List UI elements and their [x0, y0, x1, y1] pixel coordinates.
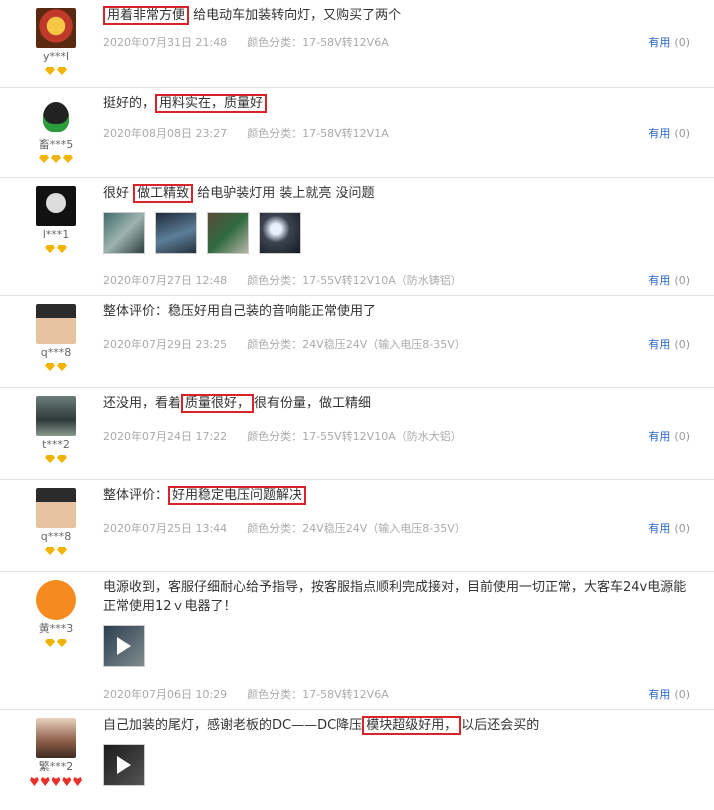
reviewer-name: y***l [42, 50, 70, 63]
review-meta: 2020年07月24日 17:22 颜色分类：17-55V转12V10A（防水大铝… [103, 428, 462, 444]
rank-badge [30, 155, 82, 165]
review-item: 繁***2 自己加装的尾灯，感谢老板的DC——DC降压 模块超级好用， 以后还会买的 [0, 710, 714, 810]
highlight-box: 做工精致 [133, 184, 194, 203]
review-meta: 2020年07月29日 23:25 颜色分类：24V稳压24V（输入电压8-35V… [103, 336, 466, 352]
reviewer: q***8 [30, 488, 82, 557]
reviewer-name: 繁***2 [38, 760, 74, 773]
avatar[interactable] [36, 96, 76, 136]
review-item: q***8 整体评价：稳压好用自己装的音响能正常使用了 2020年07月29日 … [0, 296, 714, 388]
review-text: 用着非常方便 给电动车加装转向灯，又购买了两个 [103, 6, 698, 25]
highlight-box: 用着非常方便 [103, 6, 190, 25]
avatar[interactable] [36, 8, 76, 48]
avatar[interactable] [36, 396, 76, 436]
review-photos [103, 744, 698, 786]
review-date: 2020年07月06日 10:29 [103, 688, 228, 701]
rank-badge [30, 67, 82, 77]
rank-badge [30, 547, 82, 557]
reviewer-name: l***1 [42, 228, 70, 241]
review-spec: 颜色分类：17-58V转12V6A [247, 688, 389, 701]
review-text: 整体评价：稳压好用自己装的音响能正常使用了 [103, 304, 377, 319]
review-text: 整体评价： 好用稳定电压问题解决 [103, 486, 698, 505]
highlight-box: 质量很好， [181, 394, 255, 413]
avatar[interactable] [36, 718, 76, 758]
reviewer-name: q***8 [40, 530, 72, 543]
reviewer-name: 黄***3 [38, 622, 74, 635]
reviewer: l***1 [30, 186, 82, 255]
rank-badge [30, 639, 82, 649]
review-date: 2020年07月27日 12:48 [103, 274, 228, 287]
useful-button[interactable]: 有用 (0) [648, 686, 690, 702]
avatar[interactable] [36, 580, 76, 620]
rank-badge [30, 455, 82, 465]
review-item: l***1 很好 做工精致 给电驴装灯用 装上就亮 没问题 2020年07月27… [0, 178, 714, 296]
reviewer: 黄***3 [30, 580, 82, 649]
review-meta: 2020年07月31日 21:48 颜色分类：17-58V转12V6A [103, 34, 389, 50]
useful-button[interactable]: 有用 (0) [648, 336, 690, 352]
highlight-box: 好用稳定电压问题解决 [168, 486, 307, 505]
review-spec: 颜色分类：17-58V转12V6A [247, 36, 389, 49]
reviewer-name: 畜***5 [38, 138, 74, 151]
review-photo[interactable] [207, 212, 249, 254]
review-photo[interactable] [103, 212, 145, 254]
useful-button[interactable]: 有用 (0) [648, 520, 690, 536]
reviewer-name: t***2 [42, 438, 70, 451]
review-text: 挺好的， 用料实在，质量好 [103, 94, 698, 113]
useful-button[interactable]: 有用 (0) [648, 272, 690, 288]
review-photo[interactable] [155, 212, 197, 254]
review-spec: 颜色分类：17-58V转12V1A [247, 127, 389, 140]
reviewer: 繁***2 [30, 718, 82, 787]
review-spec: 颜色分类：17-55V转12V10A（防水铸铝） [247, 274, 462, 287]
reviewer: q***8 [30, 304, 82, 373]
review-text: 很好 做工精致 给电驴装灯用 装上就亮 没问题 [103, 184, 375, 203]
review-item: q***8 整体评价： 好用稳定电压问题解决 2020年07月25日 13:44 颜… [0, 480, 714, 572]
avatar[interactable] [36, 304, 76, 344]
review-date: 2020年07月31日 21:48 [103, 36, 228, 49]
reviewer: 畜***5 [30, 96, 82, 165]
review-meta: 2020年07月25日 13:44 颜色分类：24V稳压24V（输入电压8-35V… [103, 520, 466, 536]
review-item: 黄***3 电源收到，客服仔细耐心给予指导，按客服指点顺利完成接对，目前使用一切… [0, 572, 714, 710]
review-date: 2020年07月29日 23:25 [103, 338, 228, 351]
review-meta: 2020年08月08日 23:27 颜色分类：17-58V转12V1A [103, 125, 389, 141]
review-item: y***l 用着非常方便 给电动车加装转向灯，又购买了两个 2020年07月31… [0, 0, 714, 88]
review-date: 2020年07月24日 17:22 [103, 430, 228, 443]
play-icon [117, 637, 131, 655]
review-spec: 颜色分类：24V稳压24V（输入电压8-35V） [247, 338, 466, 351]
review-text: 电源收到，客服仔细耐心给予指导，按客服指点顺利完成接对，目前使用一切正常，大客车… [103, 580, 687, 614]
review-item: t***2 还没用，看着 质量很好， 很有份量，做工精细 2020年07月24日 1… [0, 388, 714, 480]
review-photo[interactable] [259, 212, 301, 254]
rank-badge [30, 363, 82, 373]
highlight-box: 模块超级好用， [362, 716, 462, 735]
useful-button[interactable]: 有用 (0) [648, 428, 690, 444]
review-spec: 颜色分类：24V稳压24V（输入电压8-35V） [247, 522, 466, 535]
review-text: 自己加装的尾灯，感谢老板的DC——DC降压 模块超级好用， 以后还会买的 [103, 716, 540, 735]
avatar[interactable] [36, 488, 76, 528]
useful-button[interactable]: 有用 (0) [648, 34, 690, 50]
review-photos [103, 625, 698, 667]
review-video[interactable] [103, 625, 145, 667]
rank-badge [30, 777, 82, 787]
review-spec: 颜色分类：17-55V转12V10A（防水大铝） [247, 430, 462, 443]
review-item: 畜***5 挺好的， 用料实在，质量好 2020年08月08日 23:27 颜色分类… [0, 88, 714, 178]
reviewer: y***l [30, 8, 82, 77]
reviewer-name: q***8 [40, 346, 72, 359]
review-date: 2020年08月08日 23:27 [103, 127, 228, 140]
review-date: 2020年07月25日 13:44 [103, 522, 228, 535]
reviewer: t***2 [30, 396, 82, 465]
review-text: 还没用，看着 质量很好， 很有份量，做工精细 [103, 394, 372, 413]
highlight-box: 用料实在，质量好 [155, 94, 268, 113]
rank-badge [30, 245, 82, 255]
review-meta: 2020年07月27日 12:48 颜色分类：17-55V转12V10A（防水铸铝… [103, 272, 462, 288]
review-meta: 2020年07月06日 10:29 颜色分类：17-58V转12V6A [103, 686, 389, 702]
review-photos [103, 212, 698, 254]
avatar[interactable] [36, 186, 76, 226]
review-video[interactable] [103, 744, 145, 786]
useful-button[interactable]: 有用 (0) [648, 125, 690, 141]
play-icon [117, 756, 131, 774]
